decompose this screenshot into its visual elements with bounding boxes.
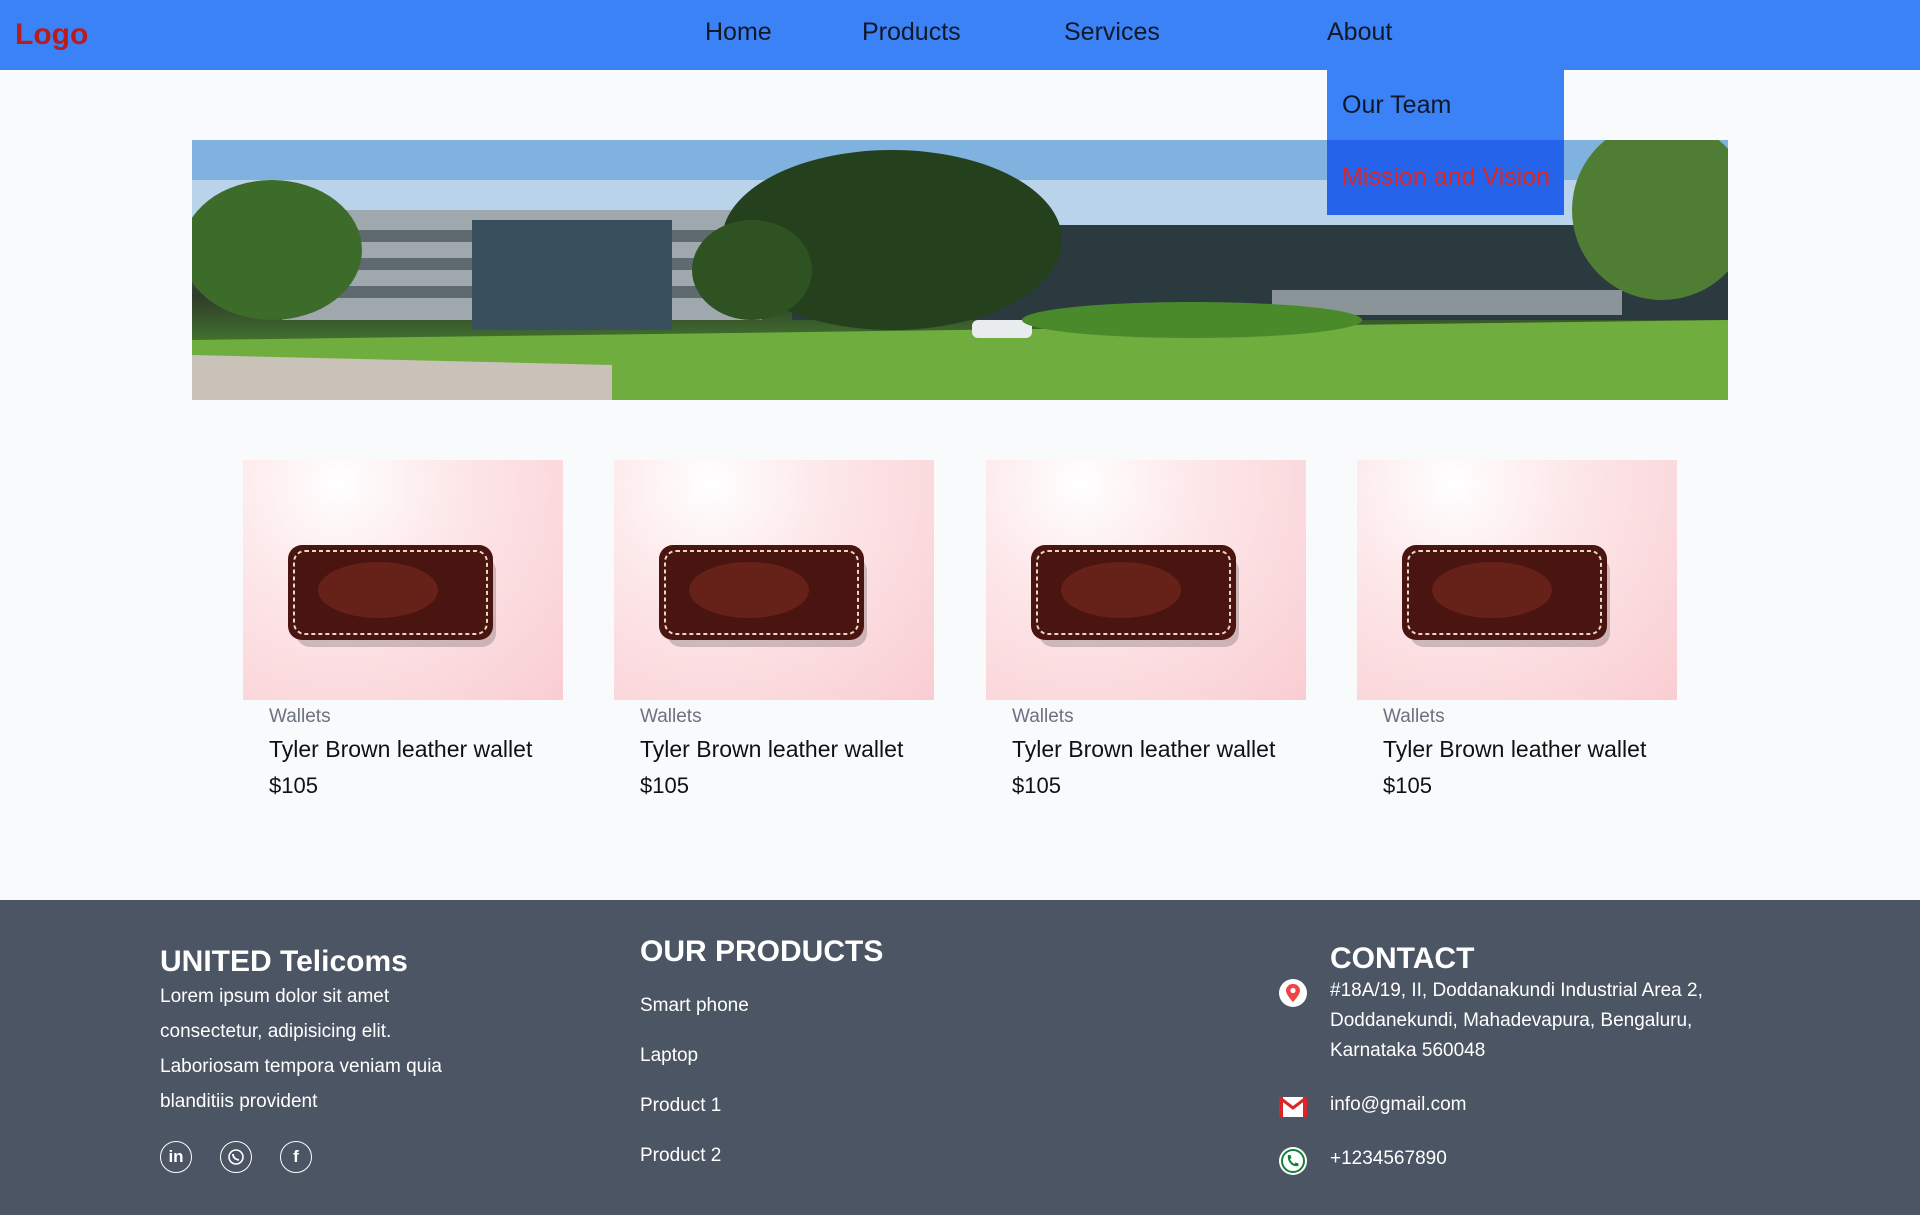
footer-products-section: OUR PRODUCTS Smart phone Laptop Product … <box>640 935 883 1167</box>
footer-product-link[interactable]: Product 1 <box>640 1095 883 1117</box>
navbar: Logo Home Products Services About <box>0 0 1920 70</box>
location-pin-icon <box>1278 978 1308 1008</box>
nav-link-about[interactable]: About <box>1327 18 1392 47</box>
footer-product-link[interactable]: Laptop <box>640 1045 883 1067</box>
wallet-illustration <box>659 545 867 647</box>
products-heading: OUR PRODUCTS <box>640 935 884 968</box>
product-category: Wallets <box>640 706 702 727</box>
product-image[interactable] <box>243 460 563 700</box>
product-price: $105 <box>269 773 318 798</box>
whatsapp-icon[interactable] <box>220 1141 252 1173</box>
facebook-icon[interactable]: f <box>280 1141 312 1173</box>
product-image[interactable] <box>986 460 1306 700</box>
phone-icon <box>1278 1146 1308 1176</box>
description-line: consectetur, adipisicing elit. <box>160 1021 392 1042</box>
logo[interactable]: Logo <box>15 18 88 52</box>
product-category: Wallets <box>1012 706 1074 727</box>
linkedin-icon[interactable]: in <box>160 1141 192 1173</box>
wallet-illustration <box>288 545 496 647</box>
product-card[interactable]: Wallets Tyler Brown leather wallet $105 <box>986 460 1306 799</box>
nav-link-products[interactable]: Products <box>862 18 961 47</box>
description-line: blanditiis provident <box>160 1091 318 1112</box>
wallet-illustration <box>1031 545 1239 647</box>
contact-email[interactable]: info@gmail.com <box>1278 1090 1738 1120</box>
social-links: in f <box>160 1141 490 1173</box>
product-category: Wallets <box>269 706 331 727</box>
wallet-illustration <box>1402 545 1610 647</box>
nav-link-home[interactable]: Home <box>705 18 772 47</box>
product-category: Wallets <box>1383 706 1445 727</box>
product-price: $105 <box>1012 773 1061 798</box>
contact-heading: CONTACT <box>1330 942 1475 975</box>
footer: UNITED Telicoms Lorem ipsum dolor sit am… <box>0 900 1920 1215</box>
footer-product-link[interactable]: Product 2 <box>640 1145 883 1167</box>
nav-link-services[interactable]: Services <box>1064 18 1160 47</box>
product-price: $105 <box>1383 773 1432 798</box>
product-image[interactable] <box>614 460 934 700</box>
description-line: Lorem ipsum dolor sit amet <box>160 986 390 1007</box>
product-image[interactable] <box>1357 460 1677 700</box>
footer-product-link[interactable]: Smart phone <box>640 995 883 1017</box>
address-line: Doddanekundi, Mahadevapura, Bengaluru, <box>1330 1010 1693 1031</box>
gmail-icon <box>1278 1092 1308 1122</box>
company-description: Lorem ipsum dolor sit amet consectetur, … <box>160 979 490 1119</box>
description-line: Laboriosam tempora veniam quia <box>160 1056 442 1077</box>
contact-address: #18A/19, II, Doddanakundi Industrial Are… <box>1278 976 1738 1066</box>
dropdown-item-our-team[interactable]: Our Team <box>1327 70 1564 140</box>
phone-text[interactable]: +1234567890 <box>1330 1148 1447 1169</box>
product-title[interactable]: Tyler Brown leather wallet <box>1012 736 1306 763</box>
contact-phone[interactable]: +1234567890 <box>1278 1144 1738 1176</box>
about-dropdown-menu: Our Team Mission and Vision <box>1327 70 1564 215</box>
product-title[interactable]: Tyler Brown leather wallet <box>269 736 563 763</box>
footer-about-section: UNITED Telicoms Lorem ipsum dolor sit am… <box>160 945 490 1173</box>
product-price: $105 <box>640 773 689 798</box>
company-name: UNITED Telicoms <box>160 945 408 978</box>
product-card[interactable]: Wallets Tyler Brown leather wallet $105 <box>614 460 934 799</box>
product-title[interactable]: Tyler Brown leather wallet <box>640 736 934 763</box>
dropdown-item-mission-vision[interactable]: Mission and Vision <box>1327 140 1564 215</box>
address-line: Karnataka 560048 <box>1330 1040 1486 1061</box>
address-line: #18A/19, II, Doddanakundi Industrial Are… <box>1330 980 1703 1001</box>
email-text[interactable]: info@gmail.com <box>1330 1094 1467 1115</box>
product-title[interactable]: Tyler Brown leather wallet <box>1383 736 1677 763</box>
product-card[interactable]: Wallets Tyler Brown leather wallet $105 <box>243 460 563 799</box>
footer-contact-section: CONTACT #18A/19, II, Doddanakundi Indust… <box>1278 942 1738 1176</box>
product-card[interactable]: Wallets Tyler Brown leather wallet $105 <box>1357 460 1677 799</box>
